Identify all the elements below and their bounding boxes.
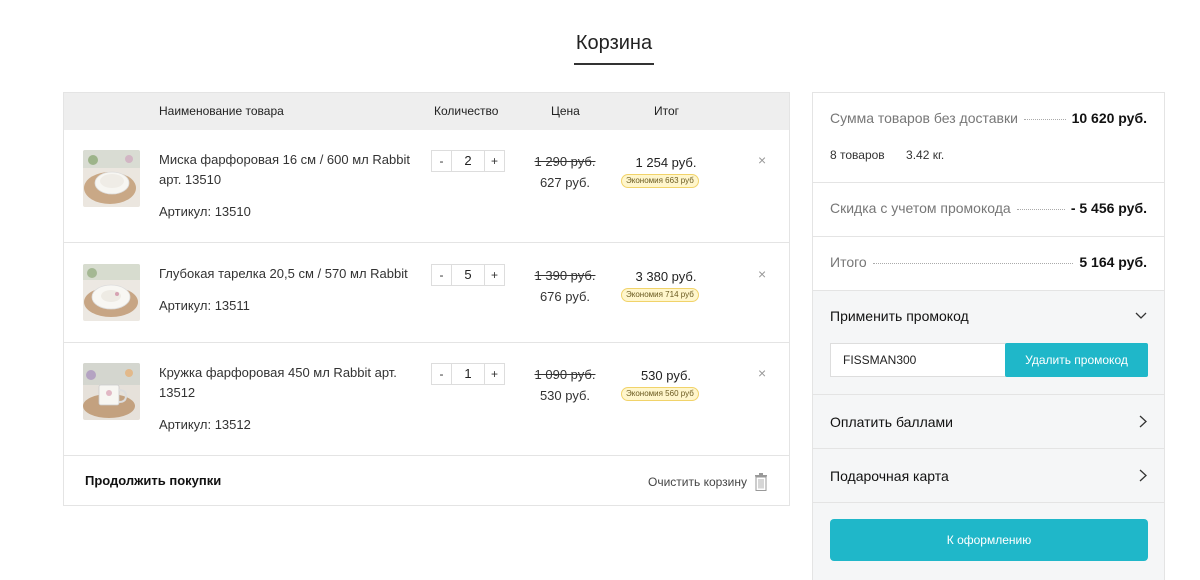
- column-total: Итог: [654, 104, 680, 118]
- trash-icon[interactable]: [754, 473, 768, 491]
- total-block: Итого 5 164 руб.: [813, 237, 1164, 291]
- subtotal-block: Сумма товаров без доставки 10 620 руб. 8…: [813, 93, 1164, 183]
- cart-row: Кружка фарфоровая 450 мл Rabbit арт. 135…: [64, 343, 789, 456]
- cart-header: Наименование товара Количество Цена Итог: [64, 93, 789, 130]
- dotted-leader: [1016, 209, 1065, 210]
- product-name[interactable]: Миска фарфоровая 16 см / 600 мл Rabbit а…: [159, 150, 419, 190]
- chevron-right-icon: [1139, 415, 1147, 428]
- dotted-leader: [872, 263, 1074, 264]
- remove-promo-button[interactable]: Удалить промокод: [1005, 343, 1148, 377]
- clear-cart-link[interactable]: Очистить корзину: [648, 475, 747, 489]
- checkout-area: К оформлению: [813, 503, 1164, 580]
- total-label: Итого: [830, 254, 867, 270]
- qty-minus-button[interactable]: -: [432, 151, 452, 171]
- title-underline: [574, 63, 654, 65]
- unit-price: 530 руб.: [539, 388, 591, 403]
- product-image-mug[interactable]: [83, 363, 140, 420]
- cart-footer: Продолжить покупки Очистить корзину: [64, 457, 789, 505]
- pay-with-points-row[interactable]: Оплатить баллами: [813, 395, 1164, 449]
- remove-item-icon[interactable]: ×: [758, 365, 766, 381]
- remove-item-icon[interactable]: ×: [758, 152, 766, 168]
- discount-row: Скидка с учетом промокода - 5 456 руб.: [830, 200, 1147, 220]
- promo-code-input[interactable]: [830, 343, 1006, 377]
- saving-badge: Экономия 714 руб: [621, 288, 699, 302]
- cart-weight: 3.42 кг.: [906, 148, 945, 162]
- product-image-bowl[interactable]: [83, 150, 140, 207]
- total-row: Итого 5 164 руб.: [830, 254, 1147, 274]
- column-qty: Количество: [434, 104, 499, 118]
- promo-section: Применить промокод Удалить промокод: [813, 291, 1164, 395]
- dotted-leader: [1023, 119, 1066, 120]
- saving-badge: Экономия 663 руб: [621, 174, 699, 188]
- product-name[interactable]: Кружка фарфоровая 450 мл Rabbit арт. 135…: [159, 363, 419, 403]
- cart-table: Наименование товара Количество Цена Итог…: [63, 92, 790, 506]
- product-sku: Артикул: 13510: [159, 204, 251, 219]
- qty-plus-button[interactable]: +: [484, 265, 504, 285]
- product-sku: Артикул: 13511: [159, 298, 250, 313]
- item-count: 8 товаров: [830, 148, 885, 162]
- unit-price: 676 руб.: [539, 289, 591, 304]
- continue-shopping-link[interactable]: Продолжить покупки: [85, 473, 221, 488]
- saving-badge: Экономия 560 руб: [621, 387, 699, 401]
- qty-minus-button[interactable]: -: [432, 364, 452, 384]
- subtotal-row: Сумма товаров без доставки 10 620 руб.: [830, 110, 1147, 130]
- cart-meta: 8 товаров 3.42 кг.: [830, 148, 962, 162]
- unit-price: 627 руб.: [539, 175, 591, 190]
- page-title: Корзина: [575, 32, 653, 54]
- discount-label: Скидка с учетом промокода: [830, 200, 1011, 216]
- cart-row: Миска фарфоровая 16 см / 600 мл Rabbit а…: [64, 130, 789, 243]
- qty-minus-button[interactable]: -: [432, 265, 452, 285]
- chevron-down-icon[interactable]: [1135, 311, 1147, 321]
- checkout-button[interactable]: К оформлению: [830, 519, 1148, 561]
- subtotal-value: 10 620 руб.: [1071, 110, 1147, 126]
- old-price: 1 390 руб.: [534, 268, 596, 283]
- line-total: 1 254 руб.: [635, 155, 697, 170]
- discount-block: Скидка с учетом промокода - 5 456 руб.: [813, 183, 1164, 237]
- remove-item-icon[interactable]: ×: [758, 266, 766, 282]
- old-price: 1 290 руб.: [534, 154, 596, 169]
- column-name: Наименование товара: [159, 104, 284, 118]
- total-value: 5 164 руб.: [1079, 254, 1147, 270]
- pay-with-points-label: Оплатить баллами: [830, 414, 953, 430]
- promo-title[interactable]: Применить промокод: [830, 308, 969, 324]
- old-price: 1 090 руб.: [534, 367, 596, 382]
- product-image-plate[interactable]: [83, 264, 140, 321]
- qty-value[interactable]: 2: [453, 151, 483, 171]
- subtotal-label: Сумма товаров без доставки: [830, 110, 1018, 126]
- column-price: Цена: [551, 104, 580, 118]
- gift-card-label: Подарочная карта: [830, 468, 949, 484]
- cart-row: Глубокая тарелка 20,5 см / 570 мл Rabbit…: [64, 244, 789, 343]
- quantity-stepper: - 5 +: [431, 264, 505, 286]
- product-sku: Артикул: 13512: [159, 417, 251, 432]
- qty-plus-button[interactable]: +: [484, 151, 504, 171]
- quantity-stepper: - 2 +: [431, 150, 505, 172]
- chevron-right-icon: [1139, 469, 1147, 482]
- line-total: 530 руб.: [640, 368, 692, 383]
- order-summary: Сумма товаров без доставки 10 620 руб. 8…: [812, 92, 1165, 580]
- discount-value: - 5 456 руб.: [1070, 200, 1147, 216]
- quantity-stepper: - 1 +: [431, 363, 505, 385]
- qty-value[interactable]: 1: [453, 364, 483, 384]
- line-total: 3 380 руб.: [635, 269, 697, 284]
- qty-value[interactable]: 5: [453, 265, 483, 285]
- product-name[interactable]: Глубокая тарелка 20,5 см / 570 мл Rabbit: [159, 264, 419, 284]
- qty-plus-button[interactable]: +: [484, 364, 504, 384]
- gift-card-row[interactable]: Подарочная карта: [813, 449, 1164, 503]
